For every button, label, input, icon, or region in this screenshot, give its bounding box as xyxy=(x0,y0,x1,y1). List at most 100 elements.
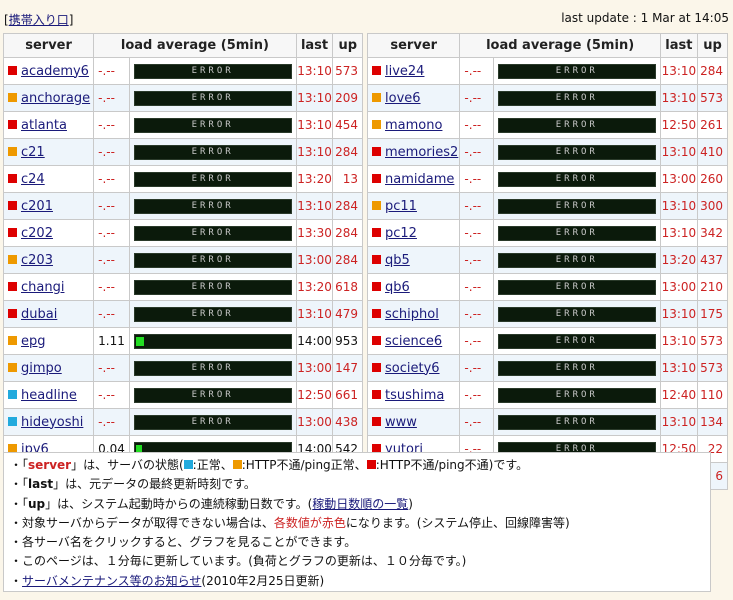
load-value: -.-- xyxy=(93,246,130,274)
note-maintenance: ・サーバメンテナンス等のお知らせ(2010年2月25日更新) xyxy=(10,573,325,588)
load-bar: ERROR xyxy=(497,252,656,268)
server-link[interactable]: qb5 xyxy=(385,253,410,268)
table-row: schiphol -.-- ERROR 13:10 175 xyxy=(366,300,729,328)
status-icon xyxy=(8,389,17,399)
load-bar-cell: ERROR xyxy=(128,246,297,274)
server-link[interactable]: gimpo xyxy=(21,361,62,376)
server-link[interactable]: qb6 xyxy=(385,280,410,295)
uptime-ranking-link[interactable]: 稼動日数順の一覧 xyxy=(312,497,408,511)
load-bar-cell: ERROR xyxy=(128,300,297,328)
server-link[interactable]: c24 xyxy=(21,172,45,187)
status-icon xyxy=(8,254,17,264)
status-icon xyxy=(8,173,17,183)
last-update-time: 13:20 xyxy=(295,165,334,193)
server-link[interactable]: hideyoshi xyxy=(21,415,83,430)
uptime-days: 284 xyxy=(332,138,363,166)
server-link[interactable]: epg xyxy=(21,334,46,349)
status-ok-icon xyxy=(183,460,193,469)
load-bar-cell: ERROR xyxy=(492,111,661,139)
server-link[interactable]: tsushima xyxy=(385,388,444,403)
mobile-entrance-link[interactable]: 携帯入り口 xyxy=(9,13,69,27)
status-icon xyxy=(372,200,381,210)
server-link[interactable]: headline xyxy=(21,388,77,403)
last-update-time: 13:10 xyxy=(659,57,698,85)
server-link[interactable]: atlanta xyxy=(21,118,67,133)
maintenance-notice-link[interactable]: サーバメンテナンス等のお知らせ xyxy=(22,574,201,588)
col-load: load average (5min) xyxy=(459,33,661,58)
mobile-entrance: [携帯入り口] xyxy=(4,13,74,27)
uptime-days: 410 xyxy=(696,138,729,166)
server-cell: hideyoshi xyxy=(2,408,95,436)
last-update-time: 13:30 xyxy=(295,219,334,247)
load-bar-cell xyxy=(128,327,297,355)
server-cell: namidame xyxy=(366,165,461,193)
server-link[interactable]: c21 xyxy=(21,145,45,160)
server-cell: c21 xyxy=(2,138,95,166)
error-label: ERROR xyxy=(191,281,234,292)
server-link[interactable]: anchorage xyxy=(21,91,90,106)
status-icon xyxy=(8,308,17,318)
load-bar-cell: ERROR xyxy=(492,273,661,301)
server-link[interactable]: live24 xyxy=(385,64,424,79)
load-value: -.-- xyxy=(93,354,130,382)
server-link[interactable]: society6 xyxy=(385,361,440,376)
note-error: ・対象サーバからデータが取得できない場合は、各数値が赤色になります。(システム停… xyxy=(10,515,570,530)
server-cell: www xyxy=(366,408,461,436)
error-label: ERROR xyxy=(555,362,598,373)
server-link[interactable]: academy6 xyxy=(21,64,89,79)
server-link[interactable]: love6 xyxy=(385,91,421,106)
table-row: www -.-- ERROR 13:10 134 xyxy=(366,408,729,436)
server-link[interactable]: pc12 xyxy=(385,226,417,241)
last-update-time: 13:10 xyxy=(295,138,334,166)
error-label: ERROR xyxy=(191,389,234,400)
server-link[interactable]: memories2 xyxy=(385,145,458,160)
uptime-days: 13 xyxy=(332,165,363,193)
notes-panel: ・「server」は、サーバの状態(:正常、:HTTP不通/ping正常、:HT… xyxy=(3,452,711,592)
load-value: -.-- xyxy=(459,408,494,436)
table-row: atlanta -.-- ERROR 13:10 454 xyxy=(2,111,363,139)
uptime-days: 479 xyxy=(332,300,363,328)
load-bar-cell: ERROR xyxy=(492,57,661,85)
load-bar: ERROR xyxy=(133,414,292,430)
server-link[interactable]: schiphol xyxy=(385,307,439,322)
server-link[interactable]: mamono xyxy=(385,118,442,133)
server-link[interactable]: c202 xyxy=(21,226,53,241)
uptime-days: 209 xyxy=(332,84,363,112)
load-value: -.-- xyxy=(459,84,494,112)
error-label: ERROR xyxy=(555,173,598,184)
error-label: ERROR xyxy=(191,65,234,76)
server-link[interactable]: changi xyxy=(21,280,64,295)
load-bar-cell: ERROR xyxy=(128,192,297,220)
server-link[interactable]: c203 xyxy=(21,253,53,268)
server-link[interactable]: science6 xyxy=(385,334,442,349)
last-update-time: 13:00 xyxy=(295,246,334,274)
uptime-days: 147 xyxy=(332,354,363,382)
load-value: -.-- xyxy=(459,327,494,355)
table-row: society6 -.-- ERROR 13:10 573 xyxy=(366,354,729,382)
load-value: -.-- xyxy=(93,381,130,409)
load-bar: ERROR xyxy=(497,63,656,79)
status-icon xyxy=(8,200,17,210)
server-cell: changi xyxy=(2,273,95,301)
uptime-days: 134 xyxy=(696,408,729,436)
error-label: ERROR xyxy=(191,227,234,238)
uptime-days: 437 xyxy=(696,246,729,274)
note-graph: ・各サーバ名をクリックすると、グラフを見ることができます。 xyxy=(10,535,357,550)
server-link[interactable]: c201 xyxy=(21,199,53,214)
uptime-days: 284 xyxy=(696,57,729,85)
load-value: -.-- xyxy=(93,408,130,436)
load-bar-cell: ERROR xyxy=(128,138,297,166)
load-bar: ERROR xyxy=(133,225,292,241)
load-value: -.-- xyxy=(93,165,130,193)
server-link[interactable]: namidame xyxy=(385,172,454,187)
server-link[interactable]: dubai xyxy=(21,307,57,322)
server-link[interactable]: pc11 xyxy=(385,199,417,214)
table-row: tsushima -.-- ERROR 12:40 110 xyxy=(366,381,729,409)
load-value: -.-- xyxy=(459,300,494,328)
error-label: ERROR xyxy=(191,254,234,265)
uptime-days: 661 xyxy=(332,381,363,409)
server-link[interactable]: www xyxy=(385,415,417,430)
table-row: c24 -.-- ERROR 13:20 13 xyxy=(2,165,363,193)
server-cell: c203 xyxy=(2,246,95,274)
last-update-time: 13:10 xyxy=(659,138,698,166)
